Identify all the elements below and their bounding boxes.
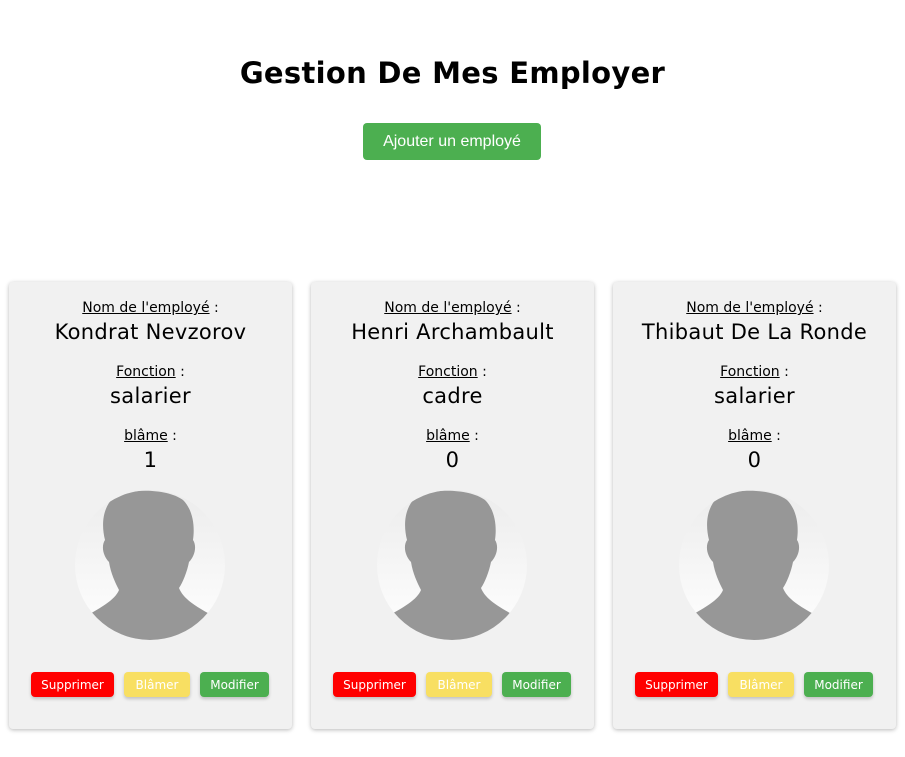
page: Gestion De Mes Employer Ajouter un emplo…: [0, 0, 905, 757]
page-title: Gestion De Mes Employer: [239, 56, 666, 90]
blame-button[interactable]: Blâmer: [124, 672, 190, 697]
card-actions: Supprimer Blâmer Modifier: [9, 672, 292, 698]
employee-name: Henri Archambault: [351, 320, 554, 344]
employee-function: salarier: [110, 384, 191, 408]
blame-button[interactable]: Blâmer: [728, 672, 794, 697]
blame-count: 1: [143, 448, 158, 472]
edit-button[interactable]: Modifier: [804, 672, 873, 697]
name-label: Nom de l'employé :: [686, 300, 823, 316]
edit-button[interactable]: Modifier: [502, 672, 571, 697]
employee-cards: Nom de l'employé : Kondrat Nevzorov Fonc…: [9, 282, 896, 729]
add-employee-button[interactable]: Ajouter un employé: [363, 123, 541, 160]
delete-button[interactable]: Supprimer: [635, 672, 718, 697]
card-actions: Supprimer Blâmer Modifier: [613, 672, 896, 698]
avatar: [377, 490, 527, 640]
function-label: Fonction :: [418, 364, 487, 380]
blame-label: blâme :: [124, 428, 177, 444]
employee-card: Nom de l'employé : Henri Archambault Fon…: [311, 282, 594, 729]
user-silhouette-icon: [75, 490, 225, 640]
delete-button[interactable]: Supprimer: [31, 672, 114, 697]
employee-name: Thibaut De La Ronde: [641, 320, 868, 344]
user-silhouette-icon: [679, 490, 829, 640]
name-label: Nom de l'employé :: [82, 300, 219, 316]
blame-label: blâme :: [728, 428, 781, 444]
employee-card: Nom de l'employé : Kondrat Nevzorov Fonc…: [9, 282, 292, 729]
employee-function: salarier: [714, 384, 795, 408]
employee-function: cadre: [422, 384, 483, 408]
employee-card: Nom de l'employé : Thibaut De La Ronde F…: [613, 282, 896, 729]
function-label: Fonction :: [720, 364, 789, 380]
name-label: Nom de l'employé :: [384, 300, 521, 316]
card-actions: Supprimer Blâmer Modifier: [311, 672, 594, 698]
avatar: [679, 490, 829, 640]
employee-name: Kondrat Nevzorov: [54, 320, 247, 344]
function-label: Fonction :: [116, 364, 185, 380]
user-silhouette-icon: [377, 490, 527, 640]
blame-button[interactable]: Blâmer: [426, 672, 492, 697]
blame-label: blâme :: [426, 428, 479, 444]
blame-count: 0: [747, 448, 762, 472]
edit-button[interactable]: Modifier: [200, 672, 269, 697]
avatar: [75, 490, 225, 640]
delete-button[interactable]: Supprimer: [333, 672, 416, 697]
blame-count: 0: [445, 448, 460, 472]
